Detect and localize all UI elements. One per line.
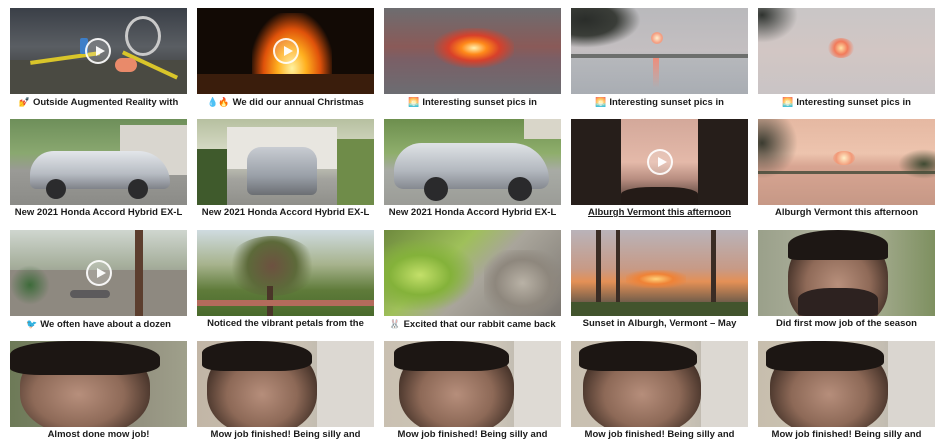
media-tile[interactable]: Alburgh Vermont this afternoon [758, 119, 935, 219]
play-icon [86, 260, 112, 286]
media-tile[interactable]: Almost done mow job! [10, 341, 187, 441]
tile-caption: New 2021 Honda Accord Hybrid EX-L [14, 207, 183, 218]
photo-thumbnail [758, 8, 935, 94]
photo-thumbnail [571, 341, 748, 427]
tile-caption: Outside Augmented Reality with [32, 97, 179, 108]
play-icon [273, 38, 299, 64]
tile-caption: New 2021 Honda Accord Hybrid EX-L [388, 207, 557, 218]
photo-grid: 💅 Outside Augmented Reality with 💧🔥 We did… [10, 8, 935, 441]
tile-caption: New 2021 Honda Accord Hybrid EX-L [201, 207, 370, 218]
tile-caption: Mow job finished! Being silly and [397, 429, 548, 440]
media-tile[interactable]: 🌅 Interesting sunset pics in [384, 8, 561, 108]
photo-thumbnail [10, 341, 187, 427]
media-tile[interactable]: New 2021 Honda Accord Hybrid EX-L [197, 119, 374, 219]
caption-emoji: 🐦 [26, 319, 38, 329]
photo-thumbnail [758, 119, 935, 205]
photo-thumbnail [10, 119, 187, 205]
photo-thumbnail [384, 8, 561, 94]
media-tile[interactable]: New 2021 Honda Accord Hybrid EX-L [10, 119, 187, 219]
media-tile[interactable]: Mow job finished! Being silly and [758, 341, 935, 441]
media-tile[interactable]: Mow job finished! Being silly and [384, 341, 561, 441]
media-tile[interactable]: Did first mow job of the season [758, 230, 935, 330]
caption-emoji: 🌅 [408, 97, 420, 107]
video-thumbnail [571, 119, 748, 205]
photo-thumbnail [197, 341, 374, 427]
tile-caption: Interesting sunset pics in [796, 97, 911, 108]
tile-caption: Mow job finished! Being silly and [584, 429, 735, 440]
video-thumbnail [10, 230, 187, 316]
video-thumbnail [10, 8, 187, 94]
tile-caption: We did our annual Christmas [232, 97, 364, 108]
media-tile[interactable]: 🐰 Excited that our rabbit came back [384, 230, 561, 330]
photo-thumbnail [197, 230, 374, 316]
tile-caption: Interesting sunset pics in [609, 97, 724, 108]
tile-caption: Did first mow job of the season [776, 318, 917, 329]
media-tile[interactable]: Sunset in Alburgh, Vermont – May [571, 230, 748, 330]
media-tile[interactable]: Mow job finished! Being silly and [571, 341, 748, 441]
photo-thumbnail [571, 8, 748, 94]
media-tile[interactable]: Mow job finished! Being silly and [197, 341, 374, 441]
play-icon [85, 38, 111, 64]
media-tile[interactable]: 💧🔥 We did our annual Christmas [197, 8, 374, 108]
media-tile[interactable]: Noticed the vibrant petals from the [197, 230, 374, 330]
media-tile[interactable]: Alburgh Vermont this afternoon [571, 119, 748, 219]
tile-caption: Interesting sunset pics in [422, 97, 537, 108]
caption-emoji: 🌅 [595, 97, 607, 107]
photo-thumbnail [384, 341, 561, 427]
media-tile[interactable]: 🌅 Interesting sunset pics in [571, 8, 748, 108]
tile-caption: Alburgh Vermont this afternoon [587, 207, 732, 218]
media-tile[interactable]: New 2021 Honda Accord Hybrid EX-L [384, 119, 561, 219]
video-thumbnail [197, 8, 374, 94]
tile-caption: We often have about a dozen [40, 319, 171, 330]
caption-emoji: 💧🔥 [207, 97, 230, 107]
media-tile[interactable]: 🌅 Interesting sunset pics in [758, 8, 935, 108]
photo-thumbnail [571, 230, 748, 316]
media-tile[interactable]: 💅 Outside Augmented Reality with [10, 8, 187, 108]
tile-caption: Excited that our rabbit came back [403, 319, 556, 330]
tile-caption: Alburgh Vermont this afternoon [774, 207, 919, 218]
tile-caption: Sunset in Alburgh, Vermont – May [582, 318, 737, 329]
caption-emoji: 💅 [18, 97, 30, 107]
photo-thumbnail [197, 119, 374, 205]
caption-emoji: 🌅 [782, 97, 794, 107]
photo-thumbnail [384, 230, 561, 316]
photo-thumbnail [758, 230, 935, 316]
play-icon [647, 149, 673, 175]
media-tile[interactable]: 🐦 We often have about a dozen [10, 230, 187, 330]
tile-caption: Noticed the vibrant petals from the [207, 318, 364, 329]
caption-emoji: 🐰 [389, 319, 401, 329]
tile-caption: Almost done mow job! [47, 429, 150, 440]
photo-thumbnail [384, 119, 561, 205]
tile-caption: Mow job finished! Being silly and [210, 429, 361, 440]
tile-caption: Mow job finished! Being silly and [771, 429, 922, 440]
photo-thumbnail [758, 341, 935, 427]
